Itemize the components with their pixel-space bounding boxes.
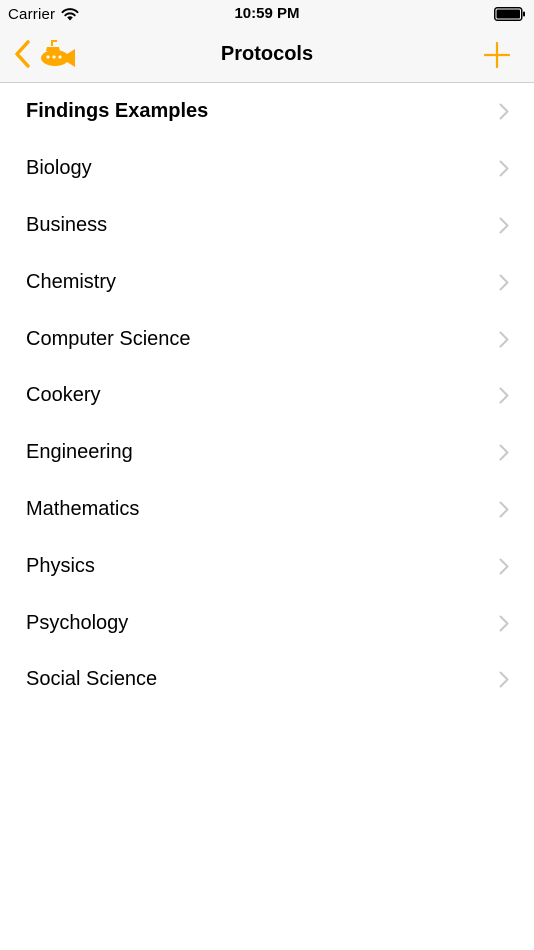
list-item-findings-examples[interactable]: Findings Examples — [0, 83, 534, 140]
status-bar: Carrier 10:59 PM — [0, 0, 534, 27]
chevron-right-icon — [499, 558, 509, 575]
list-item-label: Computer Science — [26, 327, 191, 350]
navigation-bar: Protocols — [0, 27, 534, 83]
chevron-left-icon — [15, 40, 30, 68]
submarine-icon — [41, 40, 75, 67]
chevron-right-icon — [499, 103, 509, 120]
list-item-engineering[interactable]: Engineering — [0, 424, 534, 481]
chevron-right-icon — [499, 444, 509, 461]
protocols-list: Findings Examples Biology Business Chemi… — [0, 83, 534, 708]
chevron-right-icon — [499, 615, 509, 632]
chevron-right-icon — [499, 501, 509, 518]
list-item-label: Biology — [26, 157, 92, 180]
list-item-psychology[interactable]: Psychology — [0, 594, 534, 651]
plus-icon[interactable] — [482, 40, 512, 70]
list-item-label: Engineering — [26, 441, 133, 464]
chevron-right-icon — [499, 331, 509, 348]
chevron-right-icon — [499, 671, 509, 688]
list-item-computer-science[interactable]: Computer Science — [0, 310, 534, 367]
list-item-label: Psychology — [26, 611, 129, 634]
list-item-business[interactable]: Business — [0, 197, 534, 254]
battery-icon — [494, 7, 525, 21]
chevron-right-icon — [499, 217, 509, 234]
list-item-cookery[interactable]: Cookery — [0, 367, 534, 424]
page-title: Protocols — [220, 43, 314, 65]
list-item-label: Physics — [26, 554, 95, 577]
list-item-label: Findings Examples — [26, 100, 209, 123]
chevron-right-icon — [499, 387, 509, 404]
list-item-mathematics[interactable]: Mathematics — [0, 481, 534, 538]
list-item-physics[interactable]: Physics — [0, 537, 534, 594]
list-item-label: Chemistry — [26, 270, 117, 293]
list-item-biology[interactable]: Biology — [0, 140, 534, 197]
list-item-label: Mathematics — [26, 497, 140, 520]
list-item-label: Business — [26, 213, 108, 236]
chevron-right-icon — [499, 274, 509, 291]
list-item-label: Cookery — [26, 384, 101, 407]
list-item-chemistry[interactable]: Chemistry — [0, 253, 534, 310]
chevron-right-icon — [499, 160, 509, 177]
back-button[interactable] — [12, 37, 78, 71]
list-item-social-science[interactable]: Social Science — [0, 651, 534, 708]
list-item-label: Social Science — [26, 668, 158, 691]
status-time: 10:59 PM — [234, 5, 300, 22]
